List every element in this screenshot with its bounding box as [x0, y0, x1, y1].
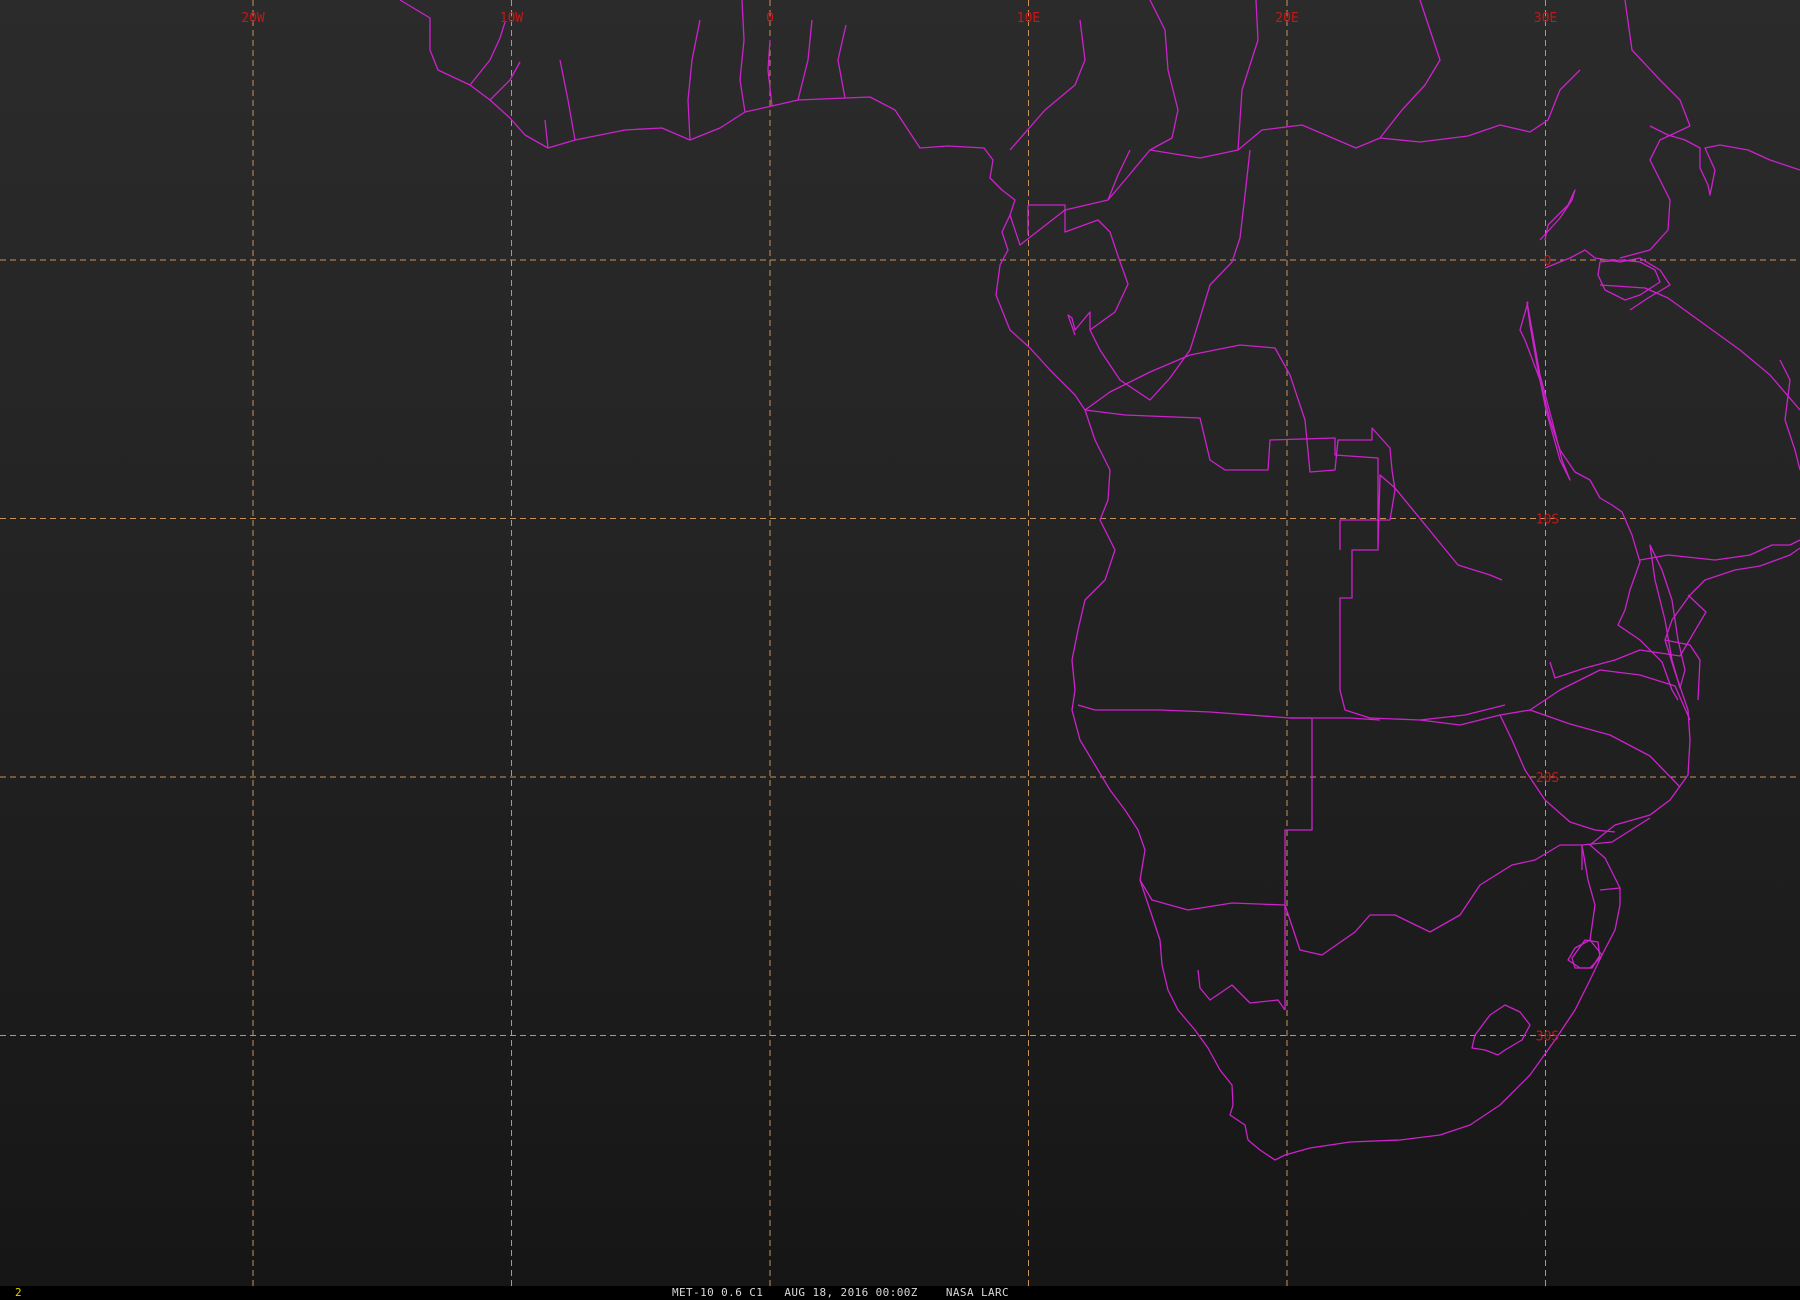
namibia-botswana-borders [1197, 717, 1582, 1011]
swaziland-border [1571, 939, 1601, 969]
graticule-lines [0, 0, 1800, 1286]
longitude-label: 10E [1017, 11, 1040, 26]
ethiopia-somalia-borders [1619, 0, 1800, 259]
southwest-coastline [1071, 409, 1800, 1161]
latitude-label: 10S [1536, 513, 1559, 528]
south-africa-inner-border [1139, 879, 1286, 911]
gabon-congo-borders [1028, 204, 1129, 336]
map-canvas: 20W 10W 0 10E 20E 30E 0 10S 20S 30S [0, 0, 1800, 1286]
latitude-label: 0 [1544, 254, 1552, 269]
longitude-label: 0 [766, 11, 774, 26]
east-coast-border [1639, 359, 1800, 701]
lake-malawi-outline [1649, 544, 1686, 689]
frame-number: 2 [15, 1286, 22, 1299]
satellite-map-panel: 20W 10W 0 10E 20E 30E 0 10S 20S 30S [0, 0, 1800, 1286]
graticule-labels: 20W 10W 0 10E 20E 30E 0 10S 20S 30S [241, 11, 1559, 1045]
image-caption: MET-10 0.6 C1 AUG 18, 2016 00:00Z NASA L… [672, 1286, 1010, 1299]
gulf-of-guinea-coastline [995, 205, 1086, 411]
west-africa-coastline [399, 0, 1016, 216]
longitude-label: 30E [1534, 11, 1557, 26]
west-africa-interior-borders [469, 0, 847, 149]
latitude-label: 20S [1536, 771, 1559, 786]
angola-borders [1077, 409, 1506, 721]
east-africa-borders [1519, 189, 1800, 701]
lake-tanganyika-outline [1526, 301, 1571, 481]
zambia-zimbabwe-borders [1419, 594, 1707, 833]
congo-basin-borders [1084, 149, 1396, 550]
central-africa-borders [1149, 0, 1581, 159]
lake-victoria-outline [1597, 259, 1661, 301]
longitude-label: 10W [500, 11, 524, 26]
status-bar: 2 MET-10 0.6 C1 AUG 18, 2016 00:00Z NASA… [0, 1286, 1800, 1300]
latitude-label: 30S [1536, 1030, 1559, 1045]
lesotho-border [1471, 1004, 1531, 1056]
longitude-label: 20W [241, 11, 265, 26]
longitude-label: 20E [1275, 11, 1298, 26]
political-boundaries [399, 0, 1800, 1161]
nigeria-cameroon-borders [1009, 0, 1179, 246]
